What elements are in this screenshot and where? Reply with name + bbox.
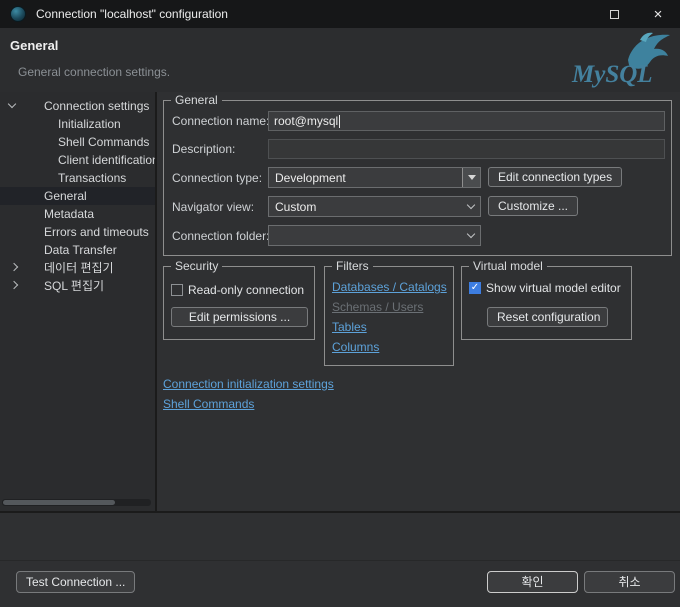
connection-folder-select[interactable] — [268, 225, 481, 246]
ok-button[interactable]: 확인 — [487, 571, 578, 593]
shell-commands-link[interactable]: Shell Commands — [163, 397, 254, 411]
dialog-header: General General connection settings. MyS… — [0, 28, 680, 92]
navigator-view-label: Navigator view: — [172, 200, 255, 214]
filter-link-schemas-users: Schemas / Users — [332, 300, 424, 314]
scrollbar-thumb[interactable] — [3, 500, 115, 505]
connection-type-value: Development — [275, 170, 346, 185]
connection-name-label: Connection name: — [172, 114, 270, 128]
security-group-title: Security — [171, 259, 223, 273]
settings-tree: Connection settings Initialization Shell… — [0, 92, 157, 511]
sidebar-item-initialization[interactable]: Initialization — [0, 115, 155, 133]
page-title: General — [10, 38, 59, 53]
connection-type-label: Connection type: — [172, 171, 263, 185]
navigator-view-value: Custom — [275, 199, 317, 214]
connection-name-value: root@mysql — [274, 114, 339, 128]
dialog-content: Connection settings Initialization Shell… — [0, 92, 680, 513]
sidebar-item-errors-and-timeouts[interactable]: Errors and timeouts — [0, 223, 155, 241]
dropdown-chevron-icon — [462, 197, 480, 216]
connection-folder-label: Connection folder: — [172, 229, 270, 243]
customize-button[interactable]: Customize ... — [488, 196, 579, 216]
main-panel: General Connection name: root@mysql Desc… — [157, 92, 680, 511]
edit-connection-types-button[interactable]: Edit connection types — [488, 167, 623, 187]
page-subtitle: General connection settings. — [18, 65, 171, 79]
filter-link-tables[interactable]: Tables — [332, 320, 367, 334]
mysql-logo-text: MySQL — [571, 61, 653, 88]
sidebar-item-metadata[interactable]: Metadata — [0, 205, 155, 223]
test-connection-button[interactable]: Test Connection ... — [16, 571, 136, 593]
sidebar-item-transactions[interactable]: Transactions — [0, 169, 155, 187]
dialog-footer: Test Connection ... 확인 취소 — [0, 560, 680, 607]
text-caret — [339, 115, 341, 129]
dropdown-arrow-icon — [462, 168, 480, 187]
cancel-button[interactable]: 취소 — [584, 571, 675, 593]
sidebar-item-shell-commands[interactable]: Shell Commands — [0, 133, 155, 151]
readonly-connection-label: Read-only connection — [188, 283, 305, 297]
sidebar-item-general[interactable]: General — [0, 187, 155, 205]
sidebar-item-sql-editor[interactable]: SQL 편집기 — [0, 277, 155, 295]
tree-list: Connection settings Initialization Shell… — [0, 97, 155, 295]
mysql-logo: MySQL — [571, 32, 670, 88]
filter-link-databases-catalogs[interactable]: Databases / Catalogs — [332, 280, 447, 294]
close-button[interactable]: × — [636, 0, 680, 28]
filter-link-columns[interactable]: Columns — [332, 340, 379, 354]
security-group: Security Read-only connection Edit permi… — [163, 259, 315, 340]
general-group-title: General — [171, 93, 222, 107]
dropdown-chevron-icon — [462, 226, 480, 245]
titlebar: Connection "localhost" configuration × — [0, 0, 680, 28]
close-icon: × — [653, 5, 663, 23]
show-virtual-model-editor-label: Show virtual model editor — [486, 281, 621, 295]
sidebar-horizontal-scrollbar[interactable] — [2, 499, 151, 506]
sidebar-item-connection-settings[interactable]: Connection settings — [0, 97, 155, 115]
virtual-model-group-title: Virtual model — [469, 259, 547, 273]
filters-group-title: Filters — [332, 259, 373, 273]
navigator-view-select[interactable]: Custom — [268, 196, 481, 217]
sidebar-item-client-identification[interactable]: Client identification — [0, 151, 155, 169]
description-label: Description: — [172, 142, 236, 156]
general-group: General Connection name: root@mysql Desc… — [163, 93, 672, 256]
sidebar-item-data-transfer[interactable]: Data Transfer — [0, 241, 155, 259]
show-virtual-model-editor-checkbox[interactable] — [469, 282, 481, 294]
filters-group: Filters Databases / Catalogs Schemas / U… — [324, 259, 454, 366]
virtual-model-group: Virtual model Show virtual model editor … — [461, 259, 632, 340]
connection-name-input[interactable]: root@mysql — [268, 111, 665, 131]
maximize-icon — [609, 9, 619, 19]
connection-type-select[interactable]: Development — [268, 167, 481, 188]
sidebar-item-data-editor[interactable]: 데이터 편집기 — [0, 259, 155, 277]
connection-initialization-settings-link[interactable]: Connection initialization settings — [163, 377, 334, 391]
edit-permissions-button[interactable]: Edit permissions ... — [171, 307, 308, 327]
app-icon — [10, 6, 26, 22]
maximize-button[interactable] — [592, 0, 636, 28]
reset-configuration-button[interactable]: Reset configuration — [487, 307, 608, 327]
description-input[interactable] — [268, 139, 665, 159]
window-title: Connection "localhost" configuration — [36, 7, 228, 21]
readonly-connection-checkbox[interactable] — [171, 284, 183, 296]
window-controls: × — [592, 0, 680, 28]
